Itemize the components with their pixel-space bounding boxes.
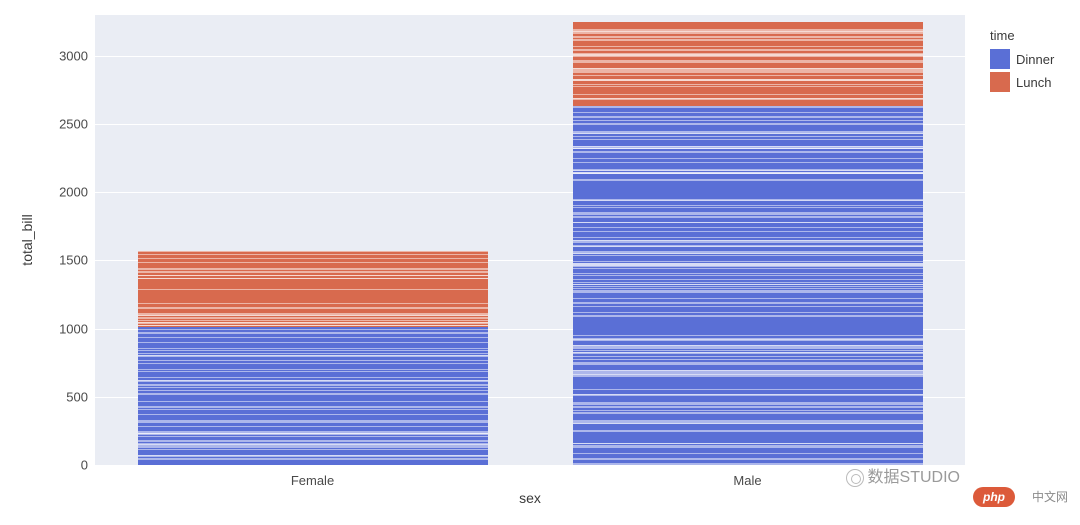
x-axis-label: sex [519, 490, 541, 506]
legend-label-dinner: Dinner [1016, 52, 1054, 67]
xtick-label: Female [291, 473, 334, 488]
legend-item-dinner: Dinner [990, 49, 1054, 69]
ytick-label: 3000 [0, 48, 88, 63]
ytick-label: 0 [0, 458, 88, 473]
watermark: 数据STUDIO [846, 463, 960, 487]
legend-title: time [990, 28, 1054, 43]
ytick-label: 500 [0, 389, 88, 404]
ytick-label: 2000 [0, 185, 88, 200]
bar-segment-dinner [573, 106, 923, 465]
plot-area [95, 15, 965, 465]
logo-suffix: 中文网 [1032, 488, 1068, 505]
gridline [95, 465, 965, 466]
legend-swatch-lunch [990, 72, 1010, 92]
bar-segment-lunch [138, 251, 488, 327]
ytick-label: 1500 [0, 253, 88, 268]
ytick-label: 2500 [0, 117, 88, 132]
ytick-label: 1000 [0, 321, 88, 336]
logo-badge: php [973, 487, 1015, 507]
watermark-icon [846, 469, 864, 487]
chart-container [95, 15, 965, 465]
watermark-text: 数据STUDIO [868, 469, 960, 486]
legend-swatch-dinner [990, 49, 1010, 69]
legend-label-lunch: Lunch [1016, 75, 1051, 90]
bar-segment-dinner [138, 327, 488, 465]
legend-item-lunch: Lunch [990, 72, 1054, 92]
legend: time Dinner Lunch [990, 28, 1054, 95]
bar-segment-lunch [573, 22, 923, 107]
xtick-label: Male [733, 473, 761, 488]
